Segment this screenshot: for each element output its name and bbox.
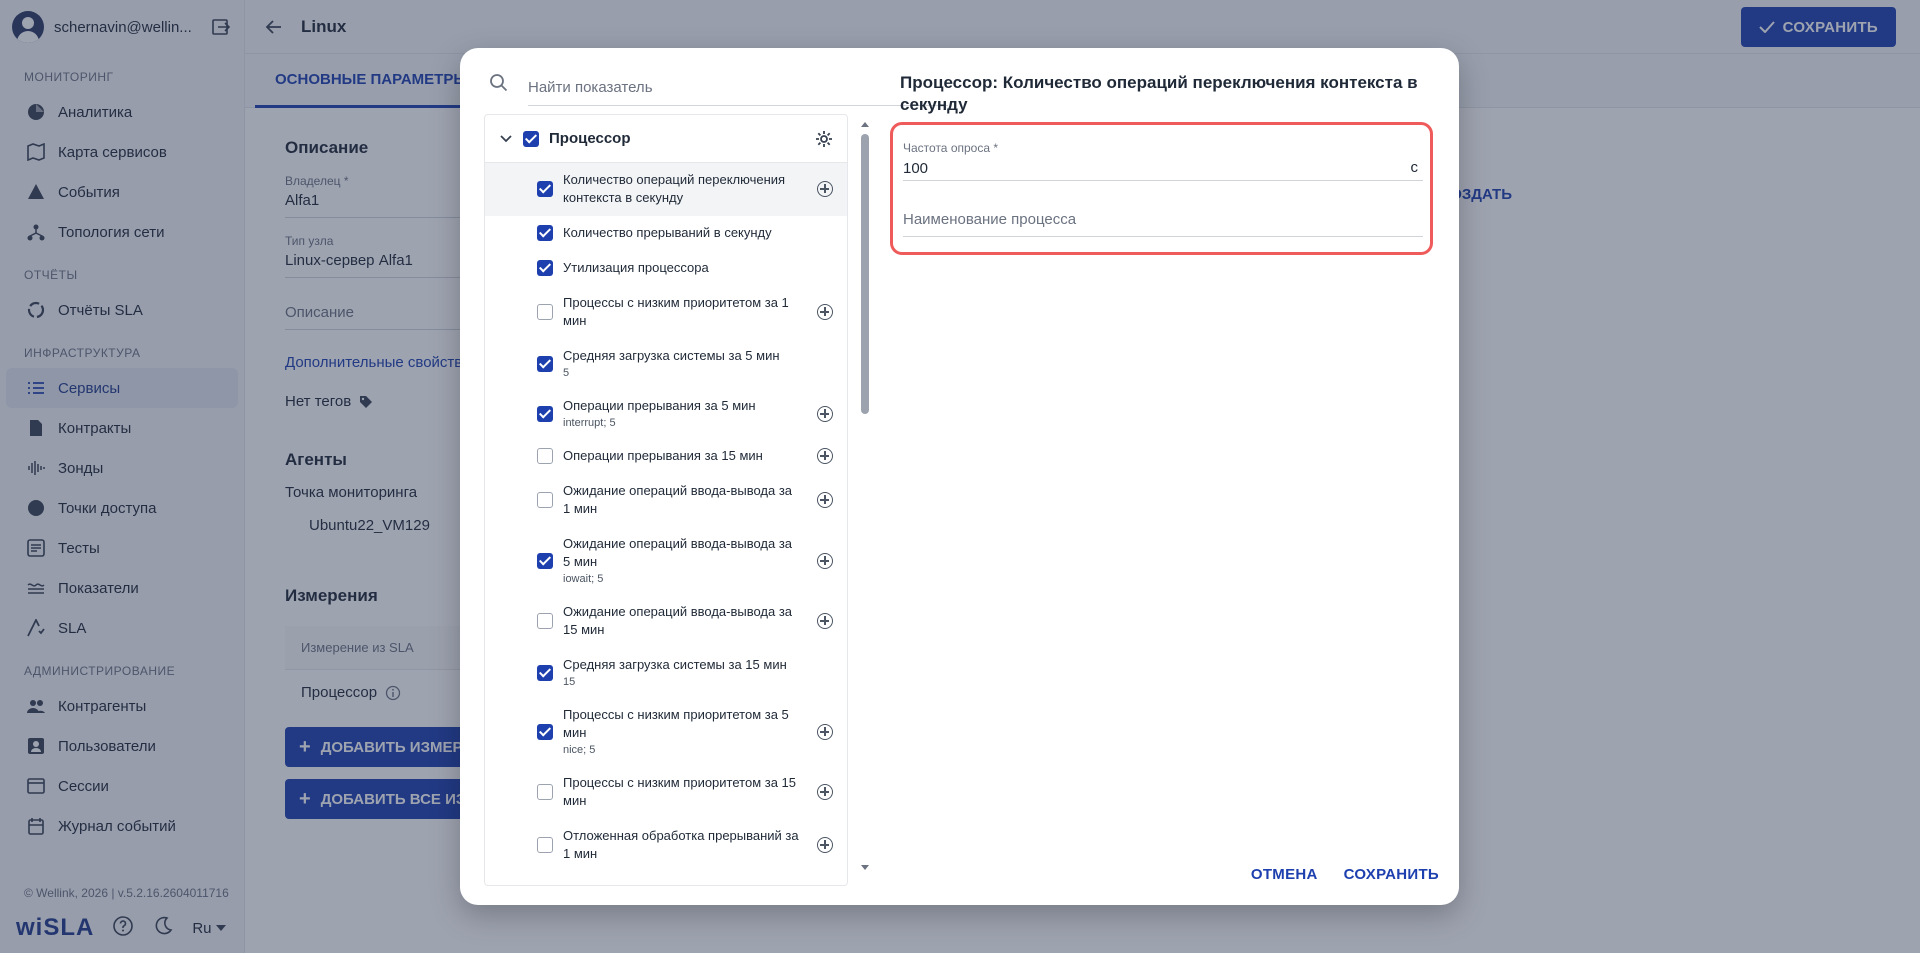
detail-title: Процессор: Количество операций переключе… bbox=[900, 73, 1418, 114]
poll-frequency-input[interactable] bbox=[903, 157, 1423, 181]
metric-list-scrollbar[interactable] bbox=[861, 120, 869, 872]
metric-list: Количество операций переключения контекс… bbox=[485, 163, 847, 872]
metric-text: Процессы с низким приоритетом за 15 мин bbox=[563, 774, 799, 810]
scroll-down-icon[interactable] bbox=[861, 865, 869, 870]
metric-item[interactable]: Ожидание операций ввода-вывода за 1 мин bbox=[485, 474, 847, 527]
group-label: Процессор bbox=[549, 130, 631, 147]
metric-label: Процессы с низким приоритетом за 1 мин bbox=[563, 295, 789, 328]
dialog-save-button[interactable]: СОХРАНИТЬ bbox=[1344, 860, 1439, 889]
add-circle-icon[interactable] bbox=[817, 492, 833, 508]
metric-text: Операции прерывания за 15 мин bbox=[563, 447, 799, 465]
metric-checkbox[interactable] bbox=[537, 665, 553, 681]
metric-checkbox[interactable] bbox=[537, 724, 553, 740]
metric-item[interactable]: Операции прерывания за 5 мин interrupt; 5 bbox=[485, 389, 847, 439]
add-circle-icon[interactable] bbox=[817, 406, 833, 422]
metric-label: Процессы с низким приоритетом за 5 мин bbox=[563, 707, 789, 740]
metric-sublabel: nice; 5 bbox=[563, 744, 596, 756]
metric-checkbox[interactable] bbox=[537, 613, 553, 629]
metric-text: Ожидание операций ввода-вывода за 1 мин bbox=[563, 482, 799, 518]
metric-checkbox[interactable] bbox=[537, 553, 553, 569]
metric-label: Средняя загрузка системы за 5 мин bbox=[563, 348, 780, 363]
metric-checkbox[interactable] bbox=[537, 356, 553, 372]
metric-checkbox[interactable] bbox=[537, 181, 553, 197]
metric-checkbox[interactable] bbox=[537, 304, 553, 320]
add-circle-icon[interactable] bbox=[817, 724, 833, 740]
metric-checkbox[interactable] bbox=[537, 837, 553, 853]
metric-text: Средняя загрузка системы за 15 мин 15 bbox=[563, 656, 799, 688]
poll-frequency-label: Частота опроса * bbox=[903, 141, 999, 155]
metric-item[interactable]: Процессы с низким приоритетом за 15 мин bbox=[485, 766, 847, 819]
metric-label: Средняя загрузка системы за 15 мин bbox=[563, 657, 787, 672]
metric-label: Операции прерывания за 5 мин bbox=[563, 398, 756, 413]
metric-label: Процессы с низким приоритетом за 15 мин bbox=[563, 775, 797, 808]
gear-icon[interactable] bbox=[815, 130, 833, 148]
metric-checkbox[interactable] bbox=[537, 784, 553, 800]
chevron-down-icon[interactable] bbox=[499, 132, 513, 146]
add-circle-icon[interactable] bbox=[817, 448, 833, 464]
metric-sublabel: iowait; 5 bbox=[563, 573, 604, 585]
metric-checkbox[interactable] bbox=[537, 225, 553, 241]
metric-label: Утилизация процессора bbox=[563, 260, 709, 275]
add-circle-icon[interactable] bbox=[817, 613, 833, 629]
metric-item[interactable]: Процессы с низким приоритетом за 1 мин bbox=[485, 286, 847, 339]
metric-text: Процессы с низким приоритетом за 1 мин bbox=[563, 294, 799, 330]
metric-tree: Процессор Количество операций переключен… bbox=[484, 114, 848, 886]
dialog-actions: ОТМЕНА СОХРАНИТЬ bbox=[1251, 860, 1439, 889]
scroll-up-icon[interactable] bbox=[861, 122, 869, 127]
metric-item[interactable]: Процессы с низким приоритетом за 5 мин ni… bbox=[485, 698, 847, 766]
add-circle-icon[interactable] bbox=[817, 784, 833, 800]
add-circle-icon[interactable] bbox=[817, 181, 833, 197]
cancel-button[interactable]: ОТМЕНА bbox=[1251, 860, 1318, 889]
metric-text: Количество прерываний в секунду bbox=[563, 224, 799, 242]
metric-checkbox[interactable] bbox=[537, 492, 553, 508]
search-icon bbox=[490, 74, 508, 92]
scrollbar-thumb[interactable] bbox=[861, 134, 869, 414]
metric-checkbox[interactable] bbox=[537, 260, 553, 276]
metric-text: Отложенная обработка прерываний за 1 мин bbox=[563, 827, 799, 863]
metric-item[interactable]: Ожидание операций ввода-вывода за 5 мин i… bbox=[485, 527, 847, 595]
metric-checkbox[interactable] bbox=[537, 406, 553, 422]
metric-item[interactable]: Операции прерывания за 15 мин bbox=[485, 439, 847, 474]
metric-item[interactable]: Количество операций переключения контекс… bbox=[485, 163, 847, 216]
metric-text: Процессы с низким приоритетом за 5 мин ni… bbox=[563, 706, 799, 756]
metric-text: Количество операций переключения контекс… bbox=[563, 171, 799, 207]
metric-label: Ожидание операций ввода-вывода за 1 мин bbox=[563, 483, 793, 516]
metric-search-input[interactable] bbox=[528, 70, 948, 106]
metric-label: Количество прерываний в секунду bbox=[563, 225, 772, 240]
metric-label: Операции прерывания за 15 мин bbox=[563, 448, 763, 463]
metric-item[interactable]: Средняя загрузка системы за 5 мин 5 bbox=[485, 339, 847, 389]
metric-label: Ожидание операций ввода-вывода за 5 мин bbox=[563, 536, 793, 569]
metric-checkbox[interactable] bbox=[537, 448, 553, 464]
metric-text: Утилизация процессора bbox=[563, 259, 799, 277]
metric-label: Отложенная обработка прерываний за 1 мин bbox=[563, 828, 799, 861]
metric-sublabel: interrupt; 5 bbox=[563, 417, 616, 429]
metric-sublabel: 15 bbox=[563, 676, 576, 688]
group-row-processor[interactable]: Процессор bbox=[485, 115, 847, 163]
metric-item[interactable]: Средняя загрузка системы за 15 мин 15 bbox=[485, 648, 847, 698]
metric-label: Ожидание операций ввода-вывода за 15 мин bbox=[563, 604, 793, 637]
poll-frequency-unit: с bbox=[1410, 159, 1419, 176]
metric-text: Ожидание операций ввода-вывода за 5 мин i… bbox=[563, 535, 799, 585]
metric-sublabel: 5 bbox=[563, 367, 570, 379]
metric-item[interactable]: Количество прерываний в секунду bbox=[485, 216, 847, 251]
metric-item[interactable]: Утилизация процессора bbox=[485, 251, 847, 286]
add-circle-icon[interactable] bbox=[817, 304, 833, 320]
metric-picker-dialog: Процессор Количество операций переключен… bbox=[460, 48, 1459, 905]
add-circle-icon[interactable] bbox=[817, 837, 833, 853]
add-circle-icon[interactable] bbox=[817, 553, 833, 569]
detail-settings-box: Частота опроса * с bbox=[890, 122, 1433, 255]
group-checkbox[interactable] bbox=[523, 130, 539, 147]
metric-text: Ожидание операций ввода-вывода за 15 мин bbox=[563, 603, 799, 639]
metric-item[interactable]: Ожидание операций ввода-вывода за 15 мин bbox=[485, 595, 847, 648]
metric-text: Операции прерывания за 5 мин interrupt; 5 bbox=[563, 397, 799, 429]
metric-text: Средняя загрузка системы за 5 мин 5 bbox=[563, 347, 799, 379]
metric-item[interactable]: Отложенная обработка прерываний за 1 мин bbox=[485, 819, 847, 872]
process-name-input[interactable] bbox=[903, 203, 1423, 237]
metric-label: Количество операций переключения контекс… bbox=[563, 172, 786, 205]
